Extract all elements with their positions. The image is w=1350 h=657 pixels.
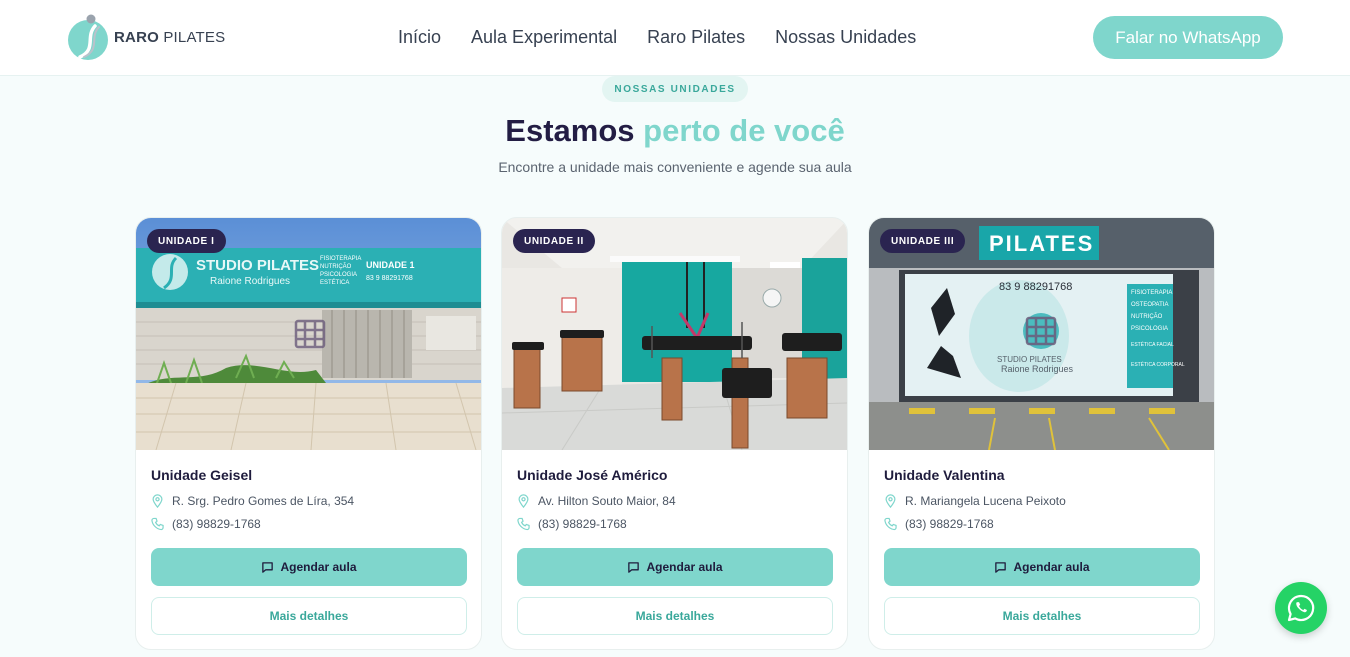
svg-text:STUDIO PILATES: STUDIO PILATES: [997, 355, 1062, 364]
svg-text:Raione Rodrigues: Raione Rodrigues: [1001, 364, 1074, 374]
message-square-icon: [995, 561, 1007, 573]
unit-photo: STUDIO PILATES Raione Rodrigues FISIOTER…: [136, 218, 481, 450]
unit-address: Av. Hilton Souto Maior, 84: [517, 494, 676, 508]
unit-name: Unidade Geisel: [151, 467, 253, 483]
unit-card-jose-americo: UNIDADE II Unidade José Américo Av. Hilt…: [501, 217, 848, 650]
logo-icon: [68, 14, 108, 60]
map-pin-icon: [518, 494, 529, 508]
unit-number-badge: UNIDADE I: [147, 229, 226, 253]
unit-phone: (83) 98829-1768: [884, 517, 994, 531]
unit-phone: (83) 98829-1768: [151, 517, 261, 531]
unit-address-text: Av. Hilton Souto Maior, 84: [538, 494, 676, 508]
unit-phone-text: (83) 98829-1768: [172, 517, 261, 531]
svg-text:ESTÉTICA: ESTÉTICA: [320, 279, 349, 286]
whatsapp-cta-button[interactable]: Falar no WhatsApp: [1093, 16, 1283, 59]
message-square-icon: [262, 561, 274, 573]
section-subtitle: Encontre a unidade mais conveniente e ag…: [498, 159, 852, 175]
main-nav: Início Aula Experimental Raro Pilates No…: [398, 27, 916, 48]
unit-name: Unidade José Américo: [517, 467, 668, 483]
unit-phone-text: (83) 98829-1768: [905, 517, 994, 531]
phone-icon: [517, 517, 530, 531]
svg-text:Raione Rodrigues: Raione Rodrigues: [210, 276, 290, 287]
more-details-button[interactable]: Mais detalhes: [884, 597, 1200, 635]
unit-name: Unidade Valentina: [884, 467, 1005, 483]
svg-text:NUTRIÇÃO: NUTRIÇÃO: [320, 263, 352, 270]
svg-text:PSICOLOGIA: PSICOLOGIA: [1131, 326, 1168, 332]
unit-number-badge: UNIDADE III: [880, 229, 966, 253]
unit-address-text: R. Mariangela Lucena Peixoto: [905, 494, 1066, 508]
unit-card-valentina: PILATES 83 9 88291768 STUDIO PILATES Rai…: [868, 217, 1215, 650]
schedule-class-label: Agendar aula: [646, 560, 723, 574]
schedule-class-label: Agendar aula: [280, 560, 357, 574]
unit-phone-text: (83) 98829-1768: [538, 517, 627, 531]
svg-text:FISIOTERAPIA: FISIOTERAPIA: [320, 256, 361, 262]
logo[interactable]: RARO PILATES: [67, 13, 225, 61]
nav-link-inicio[interactable]: Início: [398, 27, 441, 48]
more-details-button[interactable]: Mais detalhes: [517, 597, 833, 635]
nav-link-nossas-unidades[interactable]: Nossas Unidades: [775, 27, 916, 48]
map-pin-icon: [152, 494, 163, 508]
unit-card-geisel: STUDIO PILATES Raione Rodrigues FISIOTER…: [135, 217, 482, 650]
unit-address: R. Mariangela Lucena Peixoto: [884, 494, 1066, 508]
map-pin-icon: [885, 494, 896, 508]
schedule-class-button[interactable]: Agendar aula: [151, 548, 467, 586]
whatsapp-icon: [1287, 594, 1315, 622]
schedule-class-button[interactable]: Agendar aula: [517, 548, 833, 586]
unit-photo: PILATES 83 9 88291768 STUDIO PILATES Rai…: [869, 218, 1214, 450]
phone-icon: [884, 517, 897, 531]
unit-address: R. Srg. Pedro Gomes de Líra, 354: [151, 494, 354, 508]
site-header: RARO PILATES Início Aula Experimental Ra…: [0, 0, 1350, 76]
svg-text:PILATES: PILATES: [989, 231, 1094, 256]
svg-text:83 9 88291768: 83 9 88291768: [366, 275, 413, 282]
unit-number-badge: UNIDADE II: [513, 229, 595, 253]
message-square-icon: [628, 561, 640, 573]
svg-text:UNIDADE 1: UNIDADE 1: [366, 260, 415, 270]
svg-text:83 9 88291768: 83 9 88291768: [999, 281, 1072, 293]
svg-text:FISIOTERAPIA: FISIOTERAPIA: [1131, 290, 1172, 296]
logo-text: RARO PILATES: [114, 28, 226, 46]
section-badge: NOSSAS UNIDADES: [602, 76, 748, 102]
svg-text:OSTEOPATIA: OSTEOPATIA: [1131, 302, 1168, 308]
unit-phone: (83) 98829-1768: [517, 517, 627, 531]
unit-address-text: R. Srg. Pedro Gomes de Líra, 354: [172, 494, 355, 508]
nav-link-aula-experimental[interactable]: Aula Experimental: [471, 27, 617, 48]
svg-text:NUTRIÇÃO: NUTRIÇÃO: [1131, 313, 1163, 320]
more-details-button[interactable]: Mais detalhes: [151, 597, 467, 635]
svg-text:ESTÉTICA CORPORAL: ESTÉTICA CORPORAL: [1131, 361, 1185, 368]
whatsapp-floating-button[interactable]: [1275, 582, 1327, 634]
schedule-class-label: Agendar aula: [1013, 560, 1090, 574]
svg-text:PSICOLOGIA: PSICOLOGIA: [320, 272, 357, 278]
svg-text:STUDIO PILATES: STUDIO PILATES: [196, 257, 319, 274]
schedule-class-button[interactable]: Agendar aula: [884, 548, 1200, 586]
section-title: Estamos perto de você: [505, 113, 845, 148]
nav-link-raro-pilates[interactable]: Raro Pilates: [647, 27, 745, 48]
phone-icon: [151, 517, 164, 531]
unit-photo: UNIDADE II: [502, 218, 847, 450]
svg-text:ESTÉTICA FACIAL: ESTÉTICA FACIAL: [1131, 341, 1174, 348]
